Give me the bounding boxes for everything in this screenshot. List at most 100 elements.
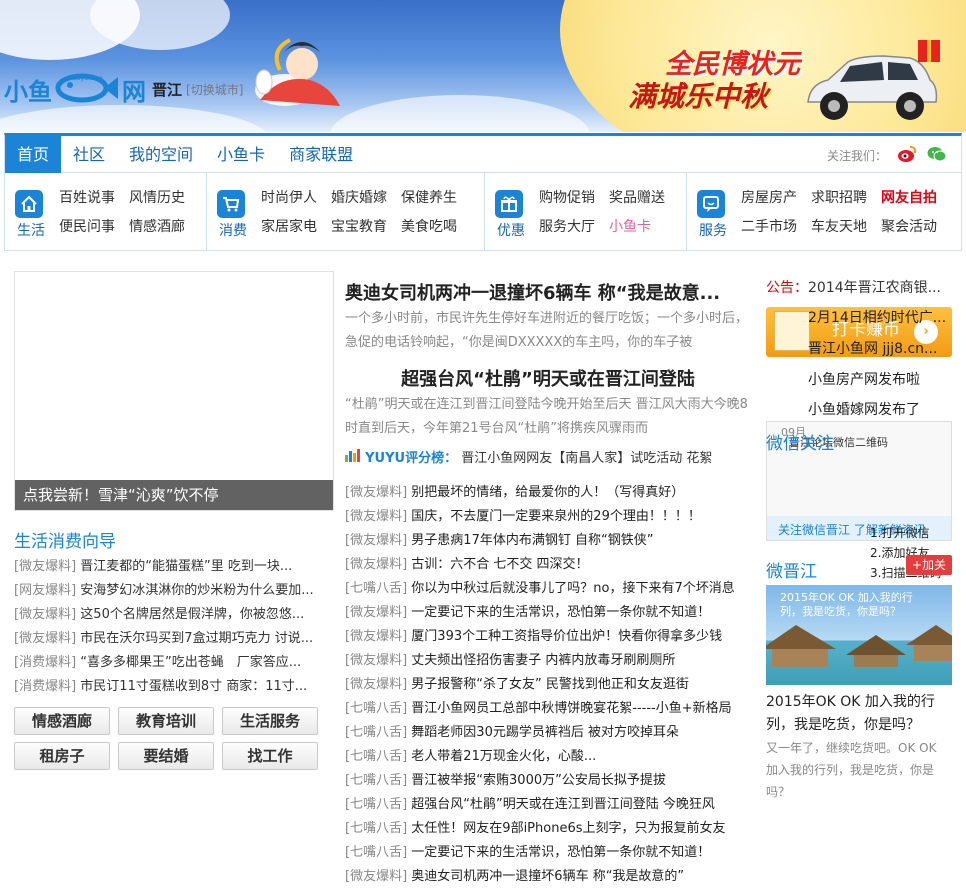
item-title[interactable]: 太任性！网友在9部iPhone6s上刻字，只为报复前女友 <box>411 821 725 836</box>
list-item[interactable]: [七嘴八舌] 舞蹈老师因30元踢学员裤裆后 被对方咬掉耳朵 <box>345 721 751 745</box>
cat-link[interactable]: 情感酒廊 <box>129 216 185 236</box>
cat-link[interactable]: 家居家电 <box>261 216 317 236</box>
item-title[interactable]: 你以为中秋过后就没事儿了吗？no，接下来有7个坏消息 <box>411 581 734 596</box>
btn-find-job[interactable]: 找工作 <box>222 742 318 770</box>
house-icon[interactable] <box>15 190 43 218</box>
nav-my-space[interactable]: 我的空间 <box>117 136 205 173</box>
item-title[interactable]: 别把最坏的情绪，给最爱你的人！（写得真好） <box>411 485 684 500</box>
notice[interactable]: 公告：2014年晋江农商银... <box>766 277 952 297</box>
weijinjiang-headline[interactable]: 2015年OK OK 加入我的行列，我是吃货，你是吗？ <box>766 691 952 737</box>
wechat-icon[interactable] <box>917 145 947 166</box>
list-item[interactable]: [微友爆料] 丈夫频出怪招伤害妻子 内裤内放毒牙刷刷厕所 <box>345 649 751 673</box>
item-title[interactable]: 厦门393个工种工资指导价位出炉！快看你得拿多少钱 <box>411 629 722 644</box>
item-tag[interactable]: [消费爆料] <box>14 679 76 694</box>
weijinjiang-image[interactable]: 2015年OK OK 加入我的行列，我是吃货，你是吗？ <box>766 585 952 685</box>
cat-link[interactable]: 便民问事 <box>59 216 115 236</box>
slider-caption[interactable]: 点我尝新！雪津“沁爽”饮不停 <box>15 480 333 510</box>
item-tag[interactable]: [七嘴八舌] <box>345 701 407 716</box>
item-tag[interactable]: [微友爆料] <box>345 629 407 644</box>
btn-life-service[interactable]: 生活服务 <box>222 707 318 735</box>
item-tag[interactable]: [七嘴八舌] <box>345 725 407 740</box>
list-item[interactable]: [消费爆料] “喜多多椰果王”吃出苍蝇 厂家答应... <box>14 651 334 675</box>
weijinjiang-title[interactable]: 微晋江 <box>766 557 817 582</box>
headline-1[interactable]: 奥迪女司机两冲一退撞坏6辆车 称“我是故意... <box>345 279 745 305</box>
weibo-icon[interactable] <box>887 145 917 166</box>
item-tag[interactable]: [微友爆料] <box>345 509 407 524</box>
item-title[interactable]: 一定要记下来的生活常识，恐怕第一条你就不知道！ <box>411 605 710 620</box>
item-tag[interactable]: [七嘴八舌] <box>345 797 407 812</box>
list-item[interactable]: [网友爆料] 安海梦幻冰淇淋你的炒米粉为什么要加... <box>14 579 334 603</box>
item-title[interactable]: 国庆，不去厦门一定要来泉州的29个理由！！！！ <box>411 509 701 524</box>
nav-community[interactable]: 社区 <box>61 136 117 173</box>
item-title[interactable]: 晋江被举报“索贿3000万”公安局长拟予提拔 <box>411 773 666 788</box>
item-tag[interactable]: [微友爆料] <box>14 607 76 622</box>
rating-board-text[interactable]: 晋江小鱼网网友【南昌人家】试吃活动 花絮 <box>461 451 712 466</box>
cat-link[interactable]: 购物促销 <box>539 187 595 207</box>
list-item[interactable]: [七嘴八舌] 晋江小鱼网员工总部中秋博饼晚宴花絮-----小鱼+新格局 <box>345 697 751 721</box>
cat-link[interactable]: 风情历史 <box>129 187 185 207</box>
rating-board-label[interactable]: YUYU评分榜： <box>365 451 457 466</box>
link-wedding-site[interactable]: 小鱼婚嫁网发布了 <box>808 399 920 419</box>
item-tag[interactable]: [微友爆料] <box>14 631 76 646</box>
item-title[interactable]: 晋江麦都的“能猫蛋糕”里 吃到一块... <box>80 559 292 574</box>
switch-city-link[interactable]: [切换城市] <box>186 81 243 98</box>
list-item[interactable]: [微友爆料] 晋江麦都的“能猫蛋糕”里 吃到一块... <box>14 555 334 579</box>
item-title[interactable]: 超强台风“杜鹃”明天或在连江到晋江间登陆 今晚狂风 <box>411 797 715 812</box>
btn-education[interactable]: 教育培训 <box>118 707 214 735</box>
scroll-notice-1[interactable]: 2月14日相约时代广... <box>808 307 946 327</box>
item-tag[interactable]: [微友爆料] <box>345 605 407 620</box>
follow-wechat-text[interactable]: 关注微信晋江 <box>778 523 850 537</box>
nav-xiaoyu-card[interactable]: 小鱼卡 <box>205 136 277 173</box>
item-tag[interactable]: [微友爆料] <box>345 869 407 884</box>
notice-text[interactable]: 2014年晋江农商银... <box>808 280 941 296</box>
item-title[interactable]: 古训：六不合 七不交 四深交！ <box>411 557 588 572</box>
item-tag[interactable]: [微友爆料] <box>345 557 407 572</box>
item-title[interactable]: 男子报警称“杀了女友” 民警找到他正和女友逛街 <box>411 677 689 692</box>
list-item[interactable]: [七嘴八舌] 太任性！网友在9部iPhone6s上刻字，只为报复前女友 <box>345 817 751 841</box>
category-title[interactable]: 服务 <box>693 220 733 240</box>
item-tag[interactable]: [七嘴八舌] <box>345 821 407 836</box>
item-title[interactable]: 晋江小鱼网员工总部中秋博饼晚宴花絮-----小鱼+新格局 <box>411 701 731 716</box>
add-follow-button[interactable]: +加关注 <box>906 555 952 592</box>
cat-link[interactable]: 二手市场 <box>741 216 797 236</box>
item-title[interactable]: 舞蹈老师因30元踢学员裤裆后 被对方咬掉耳朵 <box>411 725 679 740</box>
cat-link[interactable]: 美食吃喝 <box>401 216 457 236</box>
list-item[interactable]: [微友爆料] 一定要记下来的生活常识，恐怕第一条你就不知道！ <box>345 601 751 625</box>
item-tag[interactable]: [七嘴八舌] <box>345 773 407 788</box>
item-tag[interactable]: [微友爆料] <box>345 533 407 548</box>
cat-link[interactable]: 百姓说事 <box>59 187 115 207</box>
cat-link[interactable]: 保健养生 <box>401 187 457 207</box>
cart-icon[interactable] <box>217 190 245 218</box>
cat-link[interactable]: 奖品赠送 <box>609 187 665 207</box>
category-title[interactable]: 生活 <box>11 220 51 240</box>
cat-link-xiaoyu-card[interactable]: 小鱼卡 <box>609 216 665 236</box>
list-item[interactable]: [微友爆料] 男子报警称“杀了女友” 民警找到他正和女友逛街 <box>345 673 751 697</box>
list-item[interactable]: [七嘴八舌] 一定要记下来的生活常识，恐怕第一条你就不知道！ <box>345 841 751 865</box>
category-title[interactable]: 消费 <box>213 220 253 240</box>
btn-get-married[interactable]: 要结婚 <box>118 742 214 770</box>
gift-icon[interactable] <box>495 190 523 218</box>
item-tag[interactable]: [微友爆料] <box>345 653 407 668</box>
cat-link[interactable]: 宝宝教育 <box>331 216 387 236</box>
item-title[interactable]: 老人带着21万现金火化，心酸... <box>411 749 596 764</box>
list-item[interactable]: [微友爆料] 别把最坏的情绪，给最爱你的人！（写得真好） <box>345 481 751 505</box>
list-item[interactable]: [七嘴八舌] 老人带着21万现金火化，心酸... <box>345 745 751 769</box>
category-title[interactable]: 优惠 <box>491 220 531 240</box>
list-item[interactable]: [微友爆料] 这50个名牌居然是假洋牌，你被忽悠... <box>14 603 334 627</box>
cat-link[interactable]: 服务大厅 <box>539 216 595 236</box>
item-tag[interactable]: [七嘴八舌] <box>345 749 407 764</box>
item-tag[interactable]: [网友爆料] <box>14 583 76 598</box>
cat-link[interactable]: 房屋房产 <box>741 187 797 207</box>
item-title[interactable]: 这50个名牌居然是假洋牌，你被忽悠... <box>80 607 304 622</box>
item-title[interactable]: “喜多多椰果王”吃出苍蝇 厂家答应... <box>80 655 301 670</box>
list-item[interactable]: [微友爆料] 男子患病17年体内布满钢钉 自称“钢铁侠” <box>345 529 751 553</box>
item-tag[interactable]: [七嘴八舌] <box>345 581 407 596</box>
item-title[interactable]: 安海梦幻冰淇淋你的炒米粉为什么要加... <box>80 583 313 598</box>
list-item[interactable]: [消费爆料] 市民订11寸蛋糕收到8寸 商家：11寸... <box>14 675 334 699</box>
cat-link[interactable]: 求职招聘 <box>811 187 867 207</box>
item-tag[interactable]: [消费爆料] <box>14 655 76 670</box>
item-title[interactable]: 丈夫频出怪招伤害妻子 内裤内放毒牙刷刷厕所 <box>411 653 675 668</box>
item-tag[interactable]: [微友爆料] <box>14 559 76 574</box>
item-title[interactable]: 市民订11寸蛋糕收到8寸 商家：11寸... <box>80 679 307 694</box>
list-item[interactable]: [微友爆料] 市民在沃尔玛买到7盒过期巧克力 讨说... <box>14 627 334 651</box>
